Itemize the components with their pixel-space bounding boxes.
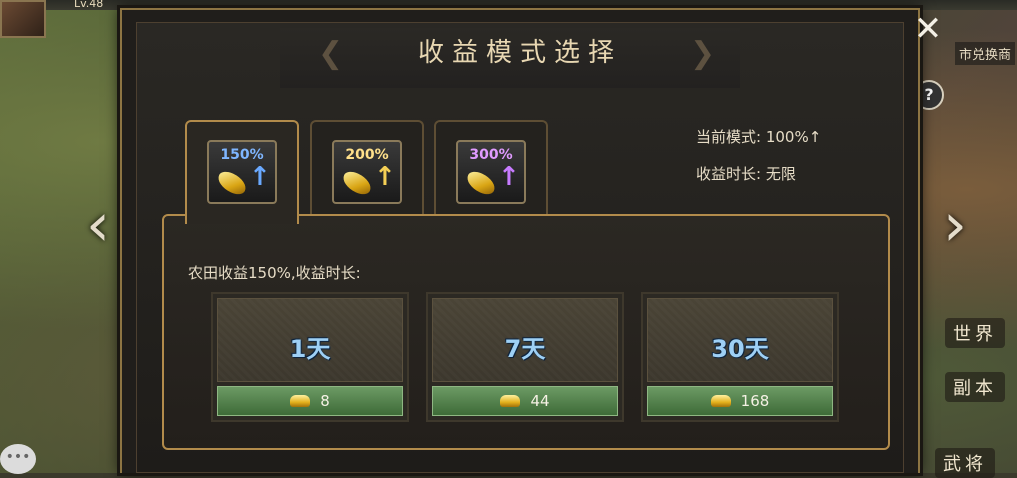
player-avatar[interactable] <box>0 0 46 38</box>
gold-ingot-icon <box>290 395 311 407</box>
duration-option-1-day[interactable]: 1天 8 <box>211 292 409 422</box>
buy-button[interactable]: 8 <box>217 386 403 416</box>
option-face: 7天 <box>432 298 618 382</box>
gold-ingot-icon <box>463 168 499 198</box>
income-duration-text: 收益时长: 无限 <box>696 165 796 183</box>
up-arrow-icon: ↑ <box>498 162 520 192</box>
gold-ingot-icon <box>710 395 731 407</box>
generals-button[interactable]: 武将 <box>935 448 995 478</box>
option-days-label: 1天 <box>289 335 331 363</box>
tab-200-badge: 200% ↑ <box>332 140 402 204</box>
exchange-shop-label[interactable]: 市兑换商 <box>955 42 1016 65</box>
dungeon-button[interactable]: 副本 <box>945 372 1005 402</box>
option-face: 30天 <box>647 298 833 382</box>
up-arrow-icon: ↑ <box>374 162 396 192</box>
option-face: 1天 <box>217 298 403 382</box>
duration-option-30-days[interactable]: 30天 168 <box>641 292 839 422</box>
tab-300[interactable]: 300% ↑ <box>434 120 548 220</box>
tab-150-label: 150% <box>220 147 264 163</box>
close-icon[interactable]: ✕ <box>910 12 946 48</box>
gold-ingot-icon <box>500 395 521 407</box>
world-button[interactable]: 世界 <box>945 318 1005 348</box>
duration-option-7-days[interactable]: 7天 44 <box>426 292 624 422</box>
player-level: Lv.48 <box>74 0 104 10</box>
up-arrow-icon: ↑ <box>249 162 271 192</box>
chat-bubble-icon[interactable]: ••• <box>0 444 36 474</box>
tab-300-label: 300% <box>469 147 513 163</box>
tab-300-badge: 300% ↑ <box>456 140 526 204</box>
option-days-label: 7天 <box>504 335 546 363</box>
tab-200-label: 200% <box>345 147 389 163</box>
gold-ingot-icon <box>214 168 250 198</box>
chevron-left-icon[interactable]: ‹ <box>78 190 118 260</box>
gold-ingot-icon <box>339 168 375 198</box>
tab-200[interactable]: 200% ↑ <box>310 120 424 220</box>
dialog-title: 收益模式选择 <box>417 38 622 68</box>
buy-button[interactable]: 168 <box>647 386 833 416</box>
tab-150-badge: 150% ↑ <box>207 140 277 204</box>
price-value: 8 <box>320 392 330 410</box>
chevron-right-icon[interactable]: › <box>935 190 975 260</box>
current-mode-text: 当前模式: 100%↑ <box>696 128 822 146</box>
tab-150[interactable]: 150% ↑ <box>185 120 299 224</box>
price-value: 168 <box>740 392 770 410</box>
buy-button[interactable]: 44 <box>432 386 618 416</box>
farm-income-description: 农田收益150%,收益时长: <box>188 264 361 282</box>
price-value: 44 <box>530 392 550 410</box>
option-days-label: 30天 <box>711 335 769 363</box>
